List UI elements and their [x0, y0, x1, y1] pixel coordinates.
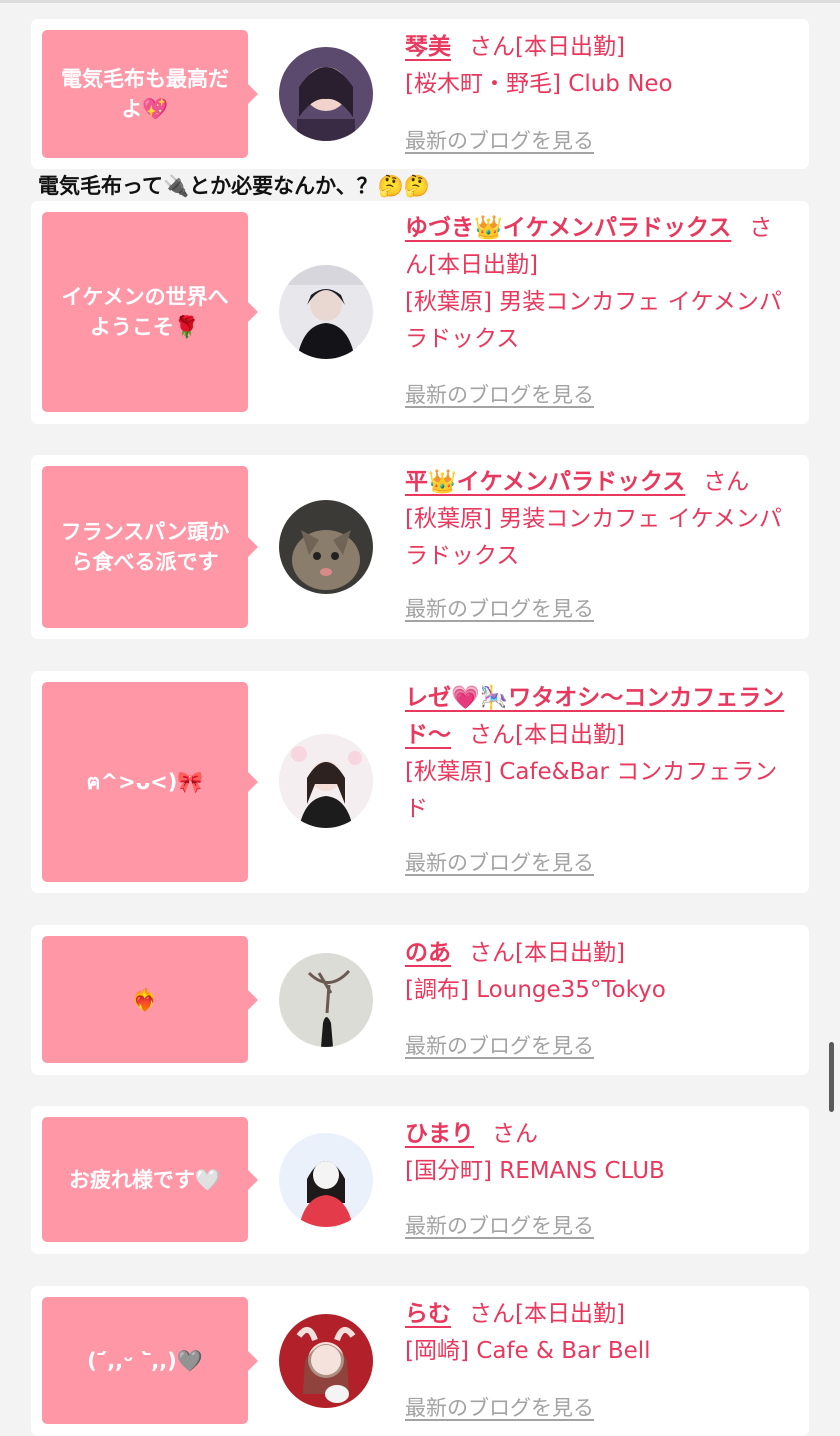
cast-card: イケメンの世界へようこそ🌹 ゆづき👑イケメンパラドックス さん[本日出勤] [秋葉… — [31, 201, 809, 424]
cast-card: お疲れ様です🤍 ひまり さん [国分町] REMANS CLUB 最新のブログを見… — [31, 1106, 809, 1254]
bubble-text: お疲れ様です🤍 — [68, 1167, 222, 1192]
bubble-text: (ˊ᷄,,ᵕ ˋ᷅,,)🩶 — [87, 1348, 203, 1373]
scrollbar-thumb[interactable] — [829, 1042, 834, 1112]
bubble-text: ฅ^>ᴗ<)🎀 — [86, 770, 204, 794]
cast-info: レゼ💗🎠ワタオシ〜コンカフェランド〜 さん[本日出勤] [秋葉原] Cafe&Ba… — [405, 680, 795, 828]
avatar[interactable] — [279, 47, 373, 141]
avatar[interactable] — [279, 953, 373, 1047]
latest-blog-link[interactable]: 最新のブログを見る — [405, 847, 594, 877]
avatar[interactable] — [279, 1133, 373, 1227]
avatar[interactable] — [279, 1314, 373, 1408]
cast-status: さん[本日出勤] — [469, 1301, 625, 1327]
cast-info: 琴美 さん[本日出勤] [桜木町・野毛] Club Neo — [405, 29, 795, 103]
shop-name: [秋葉原] 男装コンカフェ イケメンパラドックス — [405, 289, 782, 352]
cast-info: 平👑イケメンパラドックス さん [秋葉原] 男装コンカフェ イケメンパラドックス — [405, 464, 795, 575]
cast-name-link[interactable]: 平👑イケメンパラドックス — [405, 469, 685, 495]
cast-info: ひまり さん [国分町] REMANS CLUB — [405, 1116, 795, 1190]
cast-name-link[interactable]: ゆづき👑イケメンパラドックス — [405, 215, 731, 241]
latest-blog-link[interactable]: 最新のブログを見る — [405, 1030, 594, 1060]
cast-name-link[interactable]: ひまり — [405, 1121, 474, 1147]
cast-card: ❤️‍🔥 のあ さん[本日出勤] [調布] Lounge35°Tokyo 最新のブ… — [31, 925, 809, 1075]
bubble-text: 電気毛布も最高だよ💖 — [61, 67, 229, 121]
cast-card: フランスパン頭から食べる派です 平👑イケメンパラドックス さん [秋葉原] 男装コ… — [31, 455, 809, 639]
cast-status: さん[本日出勤] — [469, 940, 625, 966]
inline-comment: 電気毛布って🔌とか必要なんか、？🤔🤔 — [38, 174, 430, 198]
comment-bubble: ฅ^>ᴗ<)🎀 — [42, 682, 258, 882]
comment-bubble: (ˊ᷄,,ᵕ ˋ᷅,,)🩶 — [42, 1297, 258, 1424]
avatar[interactable] — [279, 500, 373, 594]
cast-name-link[interactable]: のあ — [405, 940, 451, 966]
cast-status: さん[本日出勤] — [469, 34, 625, 60]
cast-status: さん — [703, 469, 750, 495]
shop-name: [秋葉原] Cafe&Bar コンカフェランド — [405, 759, 778, 822]
comment-bubble: お疲れ様です🤍 — [42, 1117, 258, 1242]
cast-card: 電気毛布も最高だよ💖 琴美 さん[本日出勤] [桜木町・野毛] Club Neo … — [31, 19, 809, 169]
comment-bubble: イケメンの世界へようこそ🌹 — [42, 212, 258, 412]
latest-blog-link[interactable]: 最新のブログを見る — [405, 1392, 594, 1422]
cast-card: ฅ^>ᴗ<)🎀 レゼ💗🎠ワタオシ〜コンカフェランド〜 さん[本日出勤] [秋葉原]… — [31, 671, 809, 893]
latest-blog-link[interactable]: 最新のブログを見る — [405, 1210, 594, 1240]
cast-status: さん[本日出勤] — [469, 722, 625, 748]
cast-info: のあ さん[本日出勤] [調布] Lounge35°Tokyo — [405, 935, 795, 1009]
avatar[interactable] — [279, 734, 373, 828]
shop-name: [国分町] REMANS CLUB — [405, 1158, 665, 1184]
bubble-text: ❤️‍🔥 — [131, 987, 159, 1012]
top-divider — [0, 0, 840, 3]
latest-blog-link[interactable]: 最新のブログを見る — [405, 125, 594, 155]
comment-bubble: 電気毛布も最高だよ💖 — [42, 30, 258, 158]
cast-card: (ˊ᷄,,ᵕ ˋ᷅,,)🩶 らむ さん[本日出勤] [岡崎] Cafe & Bar… — [31, 1286, 809, 1436]
bubble-text: イケメンの世界へようこそ🌹 — [61, 285, 229, 339]
cast-info: ゆづき👑イケメンパラドックス さん[本日出勤] [秋葉原] 男装コンカフェ イケメ… — [405, 210, 795, 358]
shop-name: [調布] Lounge35°Tokyo — [405, 977, 666, 1003]
comment-bubble: ❤️‍🔥 — [42, 936, 258, 1063]
latest-blog-link[interactable]: 最新のブログを見る — [405, 379, 594, 409]
shop-name: [岡崎] Cafe & Bar Bell — [405, 1338, 651, 1364]
avatar[interactable] — [279, 265, 373, 359]
shop-name: [秋葉原] 男装コンカフェ イケメンパラドックス — [405, 506, 782, 569]
cast-info: らむ さん[本日出勤] [岡崎] Cafe & Bar Bell — [405, 1296, 795, 1370]
cast-name-link[interactable]: 琴美 — [405, 34, 451, 60]
shop-name: [桜木町・野毛] Club Neo — [405, 71, 673, 97]
bubble-text: フランスパン頭から食べる派です — [60, 520, 230, 574]
comment-bubble: フランスパン頭から食べる派です — [42, 466, 258, 628]
cast-status: さん — [492, 1121, 538, 1147]
latest-blog-link[interactable]: 最新のブログを見る — [405, 593, 594, 623]
cast-name-link[interactable]: らむ — [405, 1301, 451, 1327]
